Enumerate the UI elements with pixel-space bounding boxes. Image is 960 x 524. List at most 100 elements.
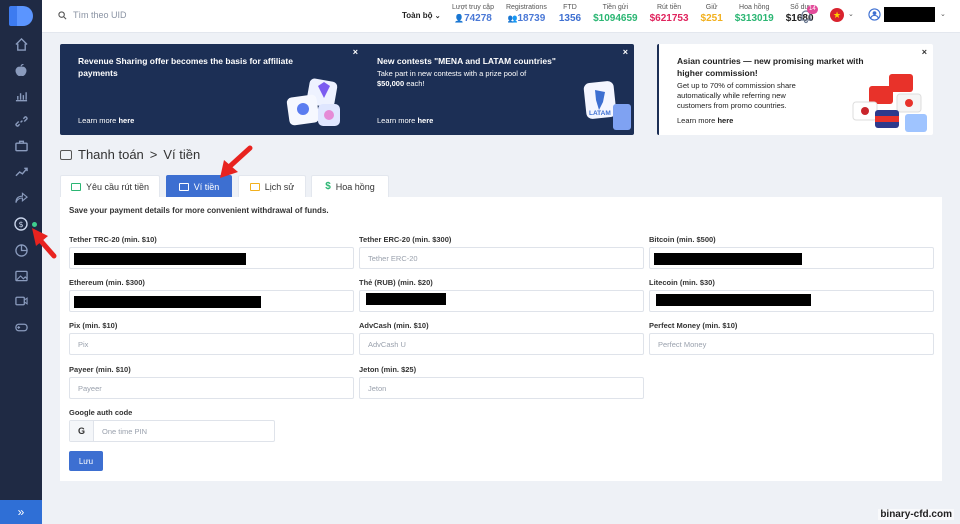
stat-value: 1356	[558, 13, 582, 24]
tab-label: Hoa hồng	[335, 181, 375, 192]
field-label-jeton: Jeton (min. $25)	[359, 365, 417, 374]
breadcrumb-parent[interactable]: Thanh toán	[78, 147, 144, 162]
search-input[interactable]	[73, 10, 193, 20]
banner-revenue-sharing[interactable]: Revenue Sharing offer becomes the basis …	[60, 44, 364, 135]
stat-label: Rút tiền	[656, 4, 682, 11]
stat-withdrawals: Rút tiền $621753	[644, 4, 695, 24]
home-icon[interactable]	[11, 34, 31, 54]
share-icon[interactable]	[11, 188, 31, 208]
gamepad-icon[interactable]	[11, 317, 31, 337]
banner-title: New contests "MENA and LATAM countries"	[377, 56, 556, 66]
latam-badge: LATAM	[589, 110, 611, 117]
banner-contests[interactable]: New contests "MENA and LATAM countries" …	[359, 44, 634, 135]
jeton-input[interactable]	[360, 378, 643, 399]
field-ethereum[interactable]	[69, 290, 354, 312]
banner-title: Revenue Sharing offer becomes the basis …	[78, 56, 293, 78]
field-pix[interactable]	[69, 333, 354, 355]
crypto-cards-illustration	[286, 78, 340, 126]
banner-text: Get up to 70% of commission share automa…	[677, 81, 796, 110]
stat-label: Registrations	[505, 4, 547, 11]
money-icon	[70, 182, 81, 191]
google-icon: G	[70, 421, 94, 441]
field-label-tether-trc20: Tether TRC-20 (min. $10)	[69, 235, 157, 244]
tab-withdrawal-request[interactable]: Yêu cầu rút tiền	[60, 175, 160, 197]
perfect-money-input[interactable]	[650, 334, 933, 355]
tab-commission[interactable]: $ Hoa hồng	[311, 175, 389, 197]
top-bar: Toàn bộ ⌄ Lượt truy cập 👤74278 Registrat…	[42, 0, 960, 33]
redacted-value	[656, 294, 811, 306]
notification-badge: 14	[807, 5, 818, 14]
field-perfect-money[interactable]	[649, 333, 934, 355]
close-icon[interactable]: ×	[922, 47, 927, 57]
field-label-pix: Pix (min. $10)	[69, 321, 118, 330]
tether-erc20-input[interactable]	[360, 248, 643, 269]
field-label-perfect-money: Perfect Money (min. $10)	[649, 321, 738, 330]
breadcrumb-current: Ví tiền	[163, 147, 201, 162]
search-box	[58, 10, 193, 20]
field-bitcoin[interactable]	[649, 247, 934, 269]
payeer-input[interactable]	[70, 378, 353, 399]
search-icon	[58, 10, 67, 19]
field-advcash[interactable]	[359, 333, 644, 355]
redacted-value	[654, 253, 802, 265]
briefcase-icon[interactable]	[11, 136, 31, 156]
watermark: binary-cfd.com	[878, 509, 954, 520]
latam-card-illustration	[583, 81, 631, 130]
redacted-value	[74, 253, 246, 265]
chevron-down-icon[interactable]: ⌄	[848, 10, 854, 18]
banner-learn-more[interactable]: Learn more here	[677, 116, 733, 125]
person-icon: 👤	[454, 14, 465, 23]
banner-text: Take part in new contests with a prize p…	[377, 69, 527, 88]
field-payeer[interactable]	[69, 377, 354, 399]
close-icon[interactable]: ×	[623, 47, 628, 57]
field-jeton[interactable]	[359, 377, 644, 399]
stat-visits: Lượt truy cập 👤74278	[446, 4, 500, 24]
field-label-card-rub: Thẻ (RUB) (min. $20)	[359, 278, 433, 287]
field-tether-erc20[interactable]	[359, 247, 644, 269]
group-icon: 👥	[507, 14, 518, 23]
dollar-icon[interactable]: $	[11, 214, 31, 234]
red-arrow-icon	[220, 145, 253, 178]
redacted-value	[74, 296, 261, 308]
user-icon[interactable]	[868, 8, 881, 21]
stat-registrations: Registrations 👥18739	[500, 4, 553, 24]
page-title: Thanh toán > Ví tiền	[60, 147, 200, 162]
pix-input[interactable]	[70, 334, 353, 355]
save-button[interactable]: Lưu	[69, 451, 103, 471]
logo-icon[interactable]	[9, 6, 33, 26]
banner-learn-more[interactable]: Learn more here	[377, 116, 433, 125]
vietnam-flag-icon[interactable]: ★	[830, 8, 844, 22]
date-range-select[interactable]: Toàn bộ ⌄	[402, 11, 441, 20]
close-icon[interactable]: ×	[353, 47, 358, 57]
stat-value: $1094659	[593, 13, 638, 24]
dollar-icon: $	[325, 181, 331, 192]
field-card-rub[interactable]	[359, 290, 644, 312]
svg-text:$: $	[18, 220, 23, 229]
google-auth-field[interactable]: G	[69, 420, 275, 442]
tab-label: Lịch sử	[264, 181, 295, 192]
sidebar-expand-button[interactable]: »	[0, 500, 42, 524]
advcash-input[interactable]	[360, 334, 643, 355]
stat-label: Hoa hồng	[739, 4, 770, 11]
user-name-redacted[interactable]	[884, 7, 935, 22]
field-tether-trc20[interactable]	[69, 247, 354, 269]
breadcrumb-separator: >	[149, 147, 158, 162]
stats-bar: Lượt truy cập 👤74278 Registrations 👥1873…	[446, 4, 820, 24]
google-auth-input[interactable]	[94, 421, 274, 441]
field-label-ethereum: Ethereum (min. $300)	[69, 278, 145, 287]
image-icon[interactable]	[11, 266, 31, 286]
wallet-form-card: Save your payment details for more conve…	[60, 197, 942, 481]
stat-commission: Hoa hồng $313019	[729, 4, 780, 24]
bar-chart-icon[interactable]	[11, 86, 31, 106]
banner-learn-more[interactable]: Learn more here	[78, 116, 134, 125]
field-label-tether-erc20: Tether ERC-20 (min. $300)	[359, 235, 452, 244]
pie-chart-icon[interactable]	[11, 240, 31, 260]
trend-icon[interactable]	[11, 162, 31, 182]
field-litecoin[interactable]	[649, 290, 934, 312]
field-label-advcash: AdvCash (min. $10)	[359, 321, 429, 330]
video-icon[interactable]	[11, 291, 31, 311]
chevron-down-icon[interactable]: ⌄	[940, 10, 946, 18]
link-icon[interactable]	[11, 111, 31, 131]
banner-asian-countries[interactable]: Asian countries — new promising market w…	[657, 44, 933, 135]
apple-icon[interactable]	[11, 60, 31, 80]
